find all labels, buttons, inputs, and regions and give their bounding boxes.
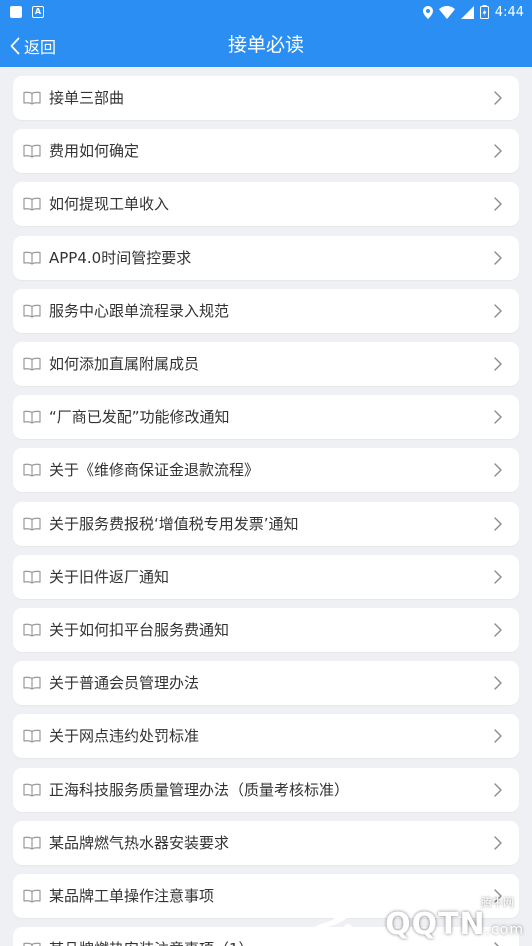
open-book-icon <box>23 889 41 903</box>
status-bar: A 4:44 <box>0 0 532 24</box>
list-item-label: 服务中心跟单流程录入规范 <box>49 301 230 320</box>
list-item[interactable]: 某品牌燃热安装注意事项（1） <box>13 927 519 946</box>
open-book-icon <box>23 410 41 424</box>
list-item[interactable]: 关于服务费报税‘增值税专用发票’通知 <box>13 501 519 546</box>
chevron-right-icon <box>494 889 502 903</box>
chevron-right-icon <box>494 942 499 946</box>
chevron-right-icon <box>494 463 502 478</box>
chevron-right-icon <box>494 197 502 212</box>
chevron-right-icon <box>494 250 502 265</box>
list-item[interactable]: 费用如何确定 <box>13 129 519 174</box>
chevron-right-icon <box>494 516 502 531</box>
list-item-label: 关于服务费报税‘增值税专用发票’通知 <box>49 514 299 533</box>
list-item-label: 关于网点违约处罚标准 <box>49 727 200 746</box>
notification-icon <box>10 6 22 18</box>
chevron-right-icon <box>494 729 502 744</box>
battery-icon <box>479 5 489 19</box>
location-icon <box>422 5 433 19</box>
app-screen: A 4:44 返回 接单必读 接单三部曲 费用如何确定 如何提现工单收入 APP… <box>0 0 532 946</box>
chevron-right-icon <box>494 410 502 424</box>
app-notification-icon: A <box>32 6 44 18</box>
list-item-label: “厂商已发配”功能修改通知 <box>49 408 230 427</box>
list-item[interactable]: 关于如何扣平台服务费通知 <box>13 608 519 652</box>
title-bar: 返回 接单必读 <box>0 24 532 67</box>
status-time: 4:44 <box>494 4 524 20</box>
list-item[interactable]: 某品牌燃气热水器安装要求 <box>13 820 519 865</box>
list-item-label: 费用如何确定 <box>49 142 140 161</box>
status-left: A <box>10 6 44 18</box>
list-item-label: 关于普通会员管理办法 <box>49 674 200 693</box>
back-button[interactable]: 返回 <box>10 24 56 67</box>
chevron-right-icon <box>494 782 502 797</box>
list-item-label: 关于《维修商保证金退款流程》 <box>49 461 260 480</box>
chevron-right-icon <box>494 836 502 850</box>
open-book-icon <box>23 144 41 158</box>
open-book-icon <box>23 676 41 690</box>
list-item[interactable]: 服务中心跟单流程录入规范 <box>13 288 519 333</box>
open-book-icon <box>23 91 41 105</box>
list-item-label: 接单三部曲 <box>49 89 125 107</box>
list-item[interactable]: 正海科技服务质量管理办法（质量考核标准） <box>13 767 519 812</box>
open-book-icon <box>23 198 41 211</box>
open-book-icon <box>23 623 41 637</box>
list-item[interactable]: 某品牌工单操作注意事项 <box>13 874 519 918</box>
list-item-label: 某品牌工单操作注意事项 <box>49 887 215 905</box>
chevron-right-icon <box>494 676 502 690</box>
chevron-right-icon <box>494 357 502 371</box>
open-book-icon <box>23 942 41 946</box>
chevron-right-icon <box>494 304 502 318</box>
chevron-left-icon <box>10 37 20 54</box>
open-book-icon <box>23 836 41 850</box>
open-book-icon <box>23 251 41 265</box>
list-item[interactable]: 关于《维修商保证金退款流程》 <box>13 448 519 493</box>
list-item-label: 某品牌燃气热水器安装要求 <box>49 833 230 852</box>
list-item[interactable]: APP4.0时间管控要求 <box>13 235 519 280</box>
open-book-icon <box>23 304 41 318</box>
list-item[interactable]: 如何添加直属附属成员 <box>13 342 519 386</box>
open-book-icon <box>23 783 41 797</box>
chevron-right-icon <box>494 623 502 637</box>
list-item[interactable]: 关于网点违约处罚标准 <box>13 714 519 759</box>
chevron-right-icon <box>494 91 502 105</box>
chevron-right-icon <box>494 570 502 584</box>
signal-icon <box>460 5 474 19</box>
list-item-label: APP4.0时间管控要求 <box>49 248 192 267</box>
page-title: 接单必读 <box>227 34 304 56</box>
open-book-icon <box>23 570 41 584</box>
list-item[interactable]: 接单三部曲 <box>13 76 519 120</box>
list-item[interactable]: 关于普通会员管理办法 <box>13 661 519 706</box>
article-list: 接单三部曲费用如何确定如何提现工单收入 APP4.0时间管控要求服务中心跟单流程录… <box>0 67 532 946</box>
status-right: 4:44 <box>422 4 524 20</box>
list-item[interactable]: “厂商已发配”功能修改通知 <box>13 395 519 440</box>
open-book-icon <box>23 464 41 477</box>
list-item-label: 如何添加直属附属成员 <box>49 355 200 373</box>
list-item[interactable]: 如何提现工单收入 <box>13 182 519 227</box>
open-book-icon <box>23 357 41 371</box>
list-item-label: 关于如何扣平台服务费通知 <box>49 621 230 639</box>
open-book-icon <box>23 517 41 531</box>
back-label: 返回 <box>24 37 57 57</box>
list-item-label: 关于旧件返厂通知 <box>49 567 170 586</box>
list-item-label: 某品牌燃热安装注意事项（1） <box>49 927 254 946</box>
list-item-label: 如何提现工单收入 <box>49 195 170 214</box>
open-book-icon <box>23 730 41 743</box>
wifi-icon <box>438 5 455 19</box>
list-item[interactable]: 关于旧件返厂通知 <box>13 554 519 599</box>
chevron-right-icon <box>494 144 502 158</box>
list-item-label: 正海科技服务质量管理办法（质量考核标准） <box>49 780 350 799</box>
